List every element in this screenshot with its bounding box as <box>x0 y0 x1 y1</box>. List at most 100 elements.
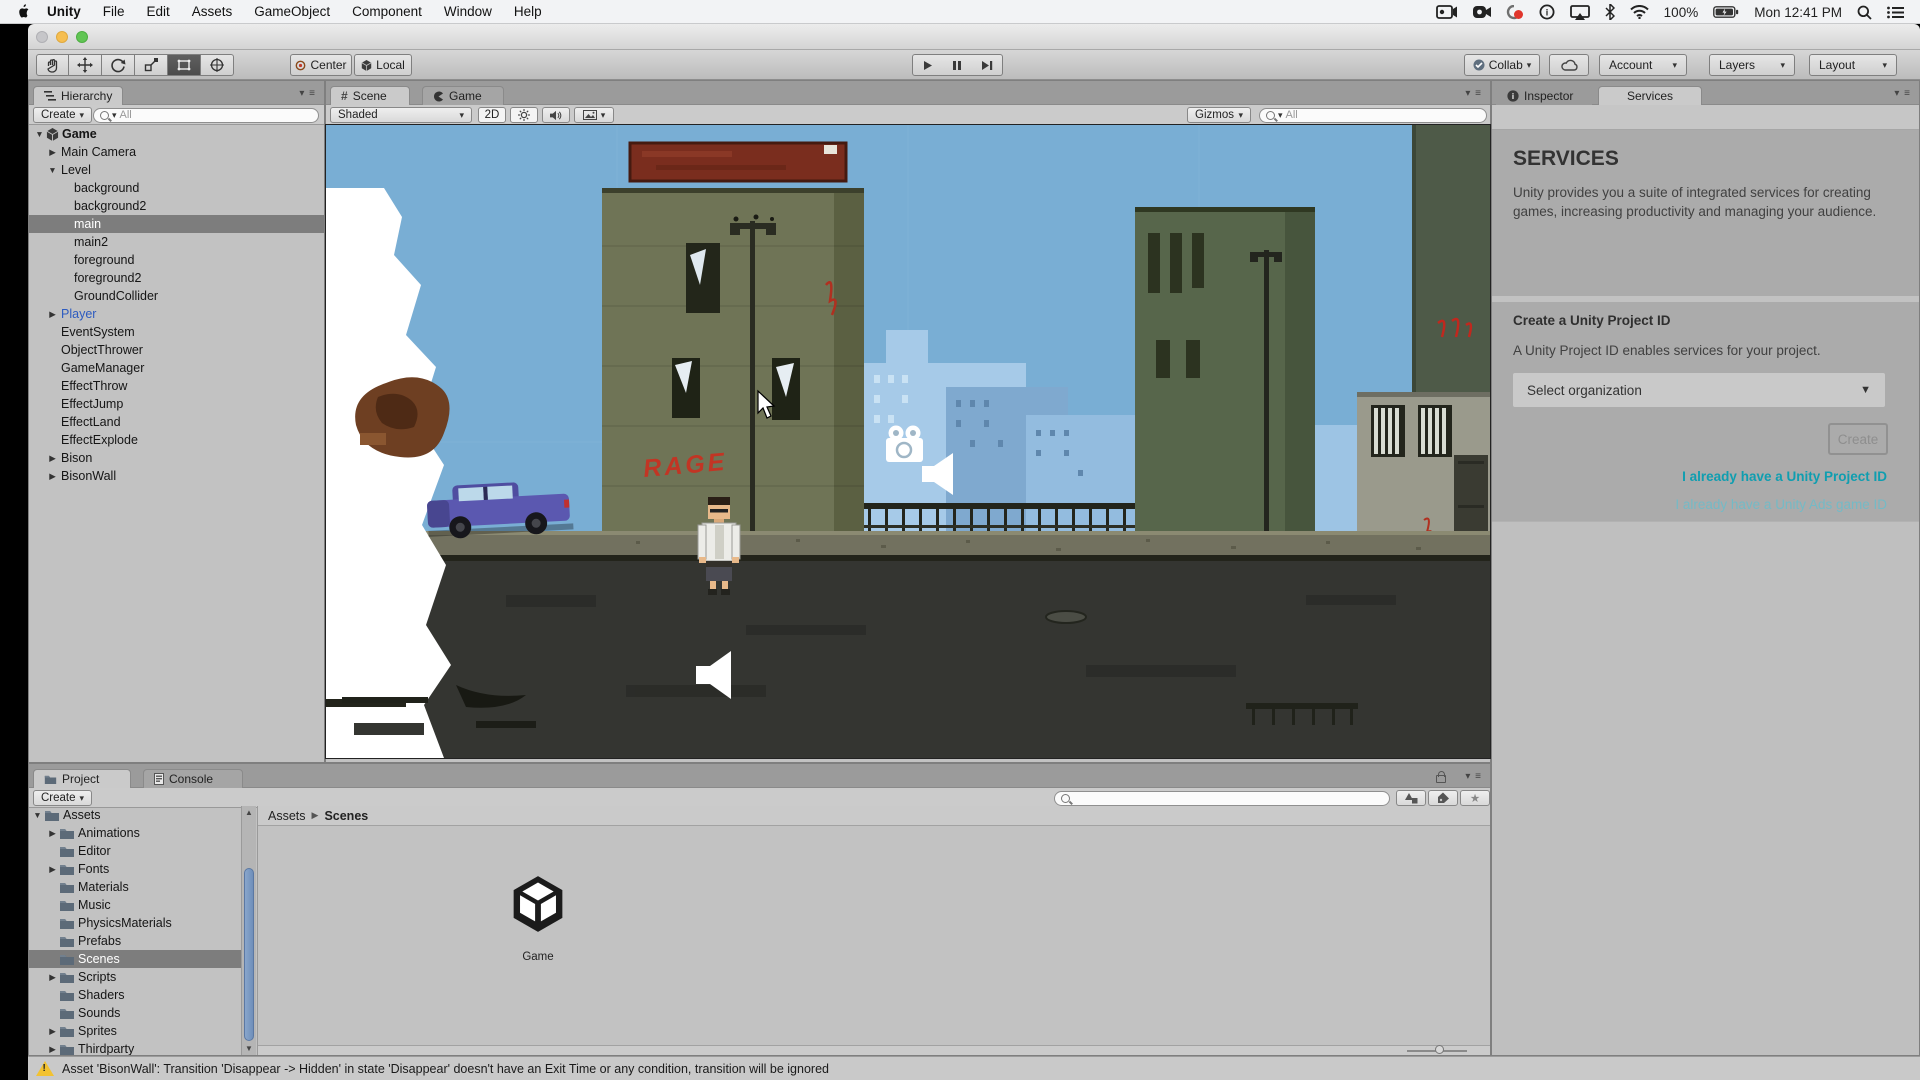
project-folder-row[interactable]: ▶Sprites <box>29 1022 241 1040</box>
project-folder-row[interactable]: ▼Assets <box>29 806 241 824</box>
menu-unity[interactable]: Unity <box>36 4 92 19</box>
project-folder-row[interactable]: Materials <box>29 878 241 896</box>
hierarchy-row[interactable]: background2 <box>29 197 324 215</box>
hierarchy-row[interactable]: EffectLand <box>29 413 324 431</box>
thumbnail-zoom-slider[interactable] <box>1407 1047 1467 1053</box>
hierarchy-row[interactable]: ▶BisonWall <box>29 467 324 485</box>
transform-tool[interactable] <box>201 54 234 76</box>
spotlight-search-icon[interactable] <box>1857 5 1872 20</box>
menu-help[interactable]: Help <box>503 4 553 19</box>
tab-console[interactable]: Console <box>143 769 243 788</box>
expand-arrow[interactable]: ▶ <box>46 305 59 323</box>
hierarchy-row[interactable]: main <box>29 215 324 233</box>
scroll-up-icon[interactable]: ▲ <box>242 808 256 817</box>
expand-arrow[interactable]: ▶ <box>46 824 59 842</box>
panel-menu-icon[interactable]: ▾ ≡ <box>1894 88 1911 99</box>
hierarchy-row[interactable]: foreground2 <box>29 269 324 287</box>
scene-search-input[interactable]: ▾ All <box>1259 108 1487 123</box>
tab-project[interactable]: Project <box>33 769 131 788</box>
layers-dropdown[interactable]: Layers▾ <box>1709 54 1795 76</box>
video-camera-icon[interactable] <box>1473 5 1491 19</box>
menu-list-icon[interactable] <box>1887 6 1904 19</box>
menu-window[interactable]: Window <box>433 4 503 19</box>
lock-icon[interactable] <box>1436 775 1446 783</box>
project-folder-row[interactable]: ▶Animations <box>29 824 241 842</box>
scene-viewport[interactable]: RAGE <box>326 125 1490 758</box>
cloud-button[interactable] <box>1549 54 1589 76</box>
battery-icon[interactable] <box>1713 6 1739 18</box>
create-project-id-button[interactable]: Create <box>1828 423 1888 455</box>
project-scrollbar[interactable]: ▲ ▼ <box>241 806 256 1055</box>
project-folder-row[interactable]: Sounds <box>29 1004 241 1022</box>
asset-item-game[interactable]: Game <box>508 875 568 963</box>
tab-scene[interactable]: # Scene <box>330 86 410 105</box>
breadcrumb-assets[interactable]: Assets <box>268 809 306 823</box>
expand-arrow[interactable]: ▼ <box>31 806 44 824</box>
panel-menu-icon[interactable]: ▾ ≡ <box>299 88 316 99</box>
menu-gameobject[interactable]: GameObject <box>243 4 341 19</box>
circled-info-icon[interactable]: i <box>1539 4 1555 20</box>
status-bar[interactable]: Asset 'BisonWall': Transition 'Disappear… <box>28 1056 1920 1080</box>
hierarchy-row[interactable]: GroundCollider <box>29 287 324 305</box>
expand-arrow[interactable]: ▼ <box>33 125 46 143</box>
hand-tool[interactable] <box>36 54 69 76</box>
apple-menu-icon[interactable] <box>14 4 30 20</box>
project-create-button[interactable]: Create▾ <box>33 790 92 806</box>
step-button[interactable] <box>972 54 1003 76</box>
search-by-type-button[interactable] <box>1396 790 1426 806</box>
tab-hierarchy[interactable]: Hierarchy <box>33 86 123 105</box>
rect-tool[interactable] <box>168 54 201 76</box>
window-title-bar[interactable]: Unity 2017.3.1f1 Personal (64bit) - Game… <box>28 24 1920 50</box>
zoom-button[interactable] <box>76 31 88 43</box>
gizmos-dropdown[interactable]: Gizmos▾ <box>1187 107 1251 123</box>
breadcrumb-scenes[interactable]: Scenes <box>324 809 368 823</box>
hierarchy-row[interactable]: GameManager <box>29 359 324 377</box>
slider-knob[interactable] <box>1435 1045 1444 1054</box>
hierarchy-row[interactable]: ▶Main Camera <box>29 143 324 161</box>
link-existing-ads-id[interactable]: I already have a Unity Ads game ID <box>1675 497 1887 512</box>
search-by-label-button[interactable] <box>1428 790 1458 806</box>
rotate-tool[interactable] <box>102 54 135 76</box>
minimize-button[interactable] <box>56 31 68 43</box>
hierarchy-row[interactable]: ▶Bison <box>29 449 324 467</box>
pivot-toggle-button[interactable]: Center <box>290 54 352 76</box>
scroll-down-icon[interactable]: ▼ <box>242 1044 256 1053</box>
project-folder-row[interactable]: ▶Thirdparty <box>29 1040 241 1055</box>
project-folder-row[interactable]: Shaders <box>29 986 241 1004</box>
tab-services[interactable]: Services <box>1598 86 1702 105</box>
2d-toggle[interactable]: 2D <box>478 107 506 123</box>
favorites-button[interactable]: ★ <box>1460 790 1490 806</box>
hierarchy-row[interactable]: EffectThrow <box>29 377 324 395</box>
effects-dropdown[interactable]: ▾ <box>574 107 614 123</box>
render-mode-dropdown[interactable]: Shaded▾ <box>330 107 472 123</box>
scale-tool[interactable] <box>135 54 168 76</box>
hierarchy-row[interactable]: ObjectThrower <box>29 341 324 359</box>
lighting-toggle[interactable] <box>510 107 538 123</box>
project-folder-row[interactable]: Editor <box>29 842 241 860</box>
hierarchy-create-button[interactable]: Create▾ <box>33 107 92 123</box>
tab-game[interactable]: Game <box>422 86 504 105</box>
scrollbar-thumb[interactable] <box>244 868 254 1041</box>
project-search-input[interactable] <box>1054 791 1390 806</box>
hierarchy-row[interactable]: EventSystem <box>29 323 324 341</box>
expand-arrow[interactable]: ▼ <box>46 161 59 179</box>
expand-arrow[interactable]: ▶ <box>46 968 59 986</box>
expand-arrow[interactable]: ▶ <box>46 860 59 878</box>
link-existing-project-id[interactable]: I already have a Unity Project ID <box>1682 469 1887 484</box>
hierarchy-row[interactable]: foreground <box>29 251 324 269</box>
space-toggle-button[interactable]: Local <box>354 54 412 76</box>
tab-inspector[interactable]: i Inspector <box>1496 86 1592 105</box>
menubar-clock[interactable]: Mon 12:41 PM <box>1754 5 1842 20</box>
close-button[interactable] <box>36 31 48 43</box>
airplay-display-icon[interactable] <box>1570 5 1590 20</box>
project-folder-row[interactable]: ▶Scripts <box>29 968 241 986</box>
expand-arrow[interactable]: ▶ <box>46 143 59 161</box>
screen-record-icon[interactable] <box>1436 5 1458 19</box>
menu-file[interactable]: File <box>92 4 136 19</box>
move-tool[interactable] <box>69 54 102 76</box>
bluetooth-icon[interactable] <box>1605 4 1615 20</box>
pause-button[interactable] <box>942 54 973 76</box>
menu-edit[interactable]: Edit <box>136 4 181 19</box>
play-button[interactable] <box>912 54 943 76</box>
project-folder-row[interactable]: PhysicsMaterials <box>29 914 241 932</box>
